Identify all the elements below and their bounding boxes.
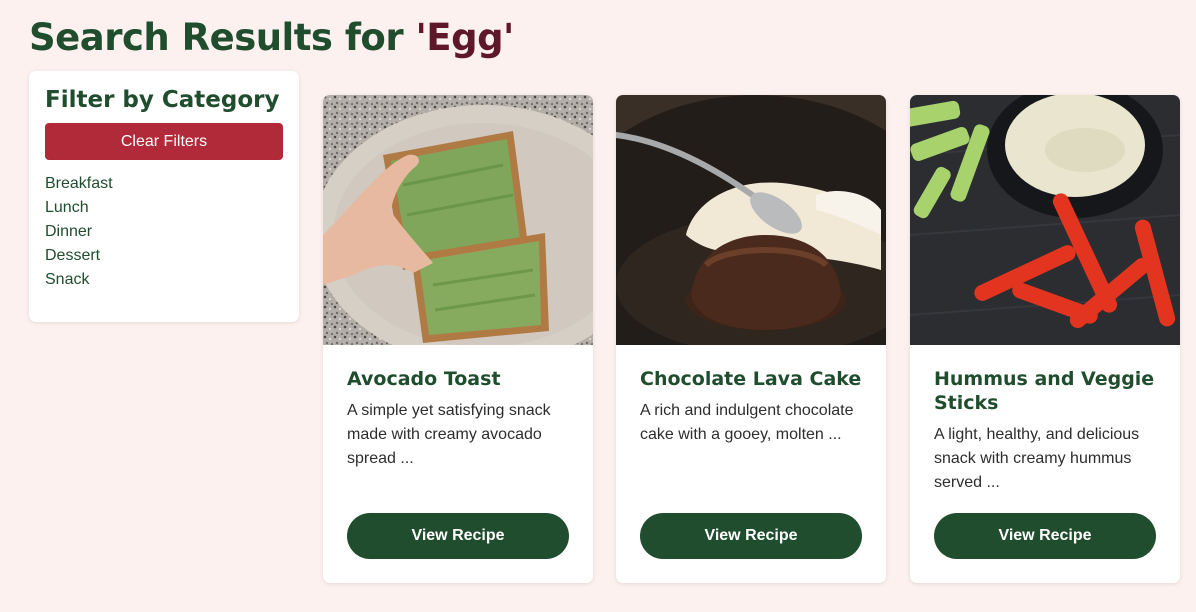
category-list: Breakfast Lunch Dinner Dessert Snack bbox=[45, 172, 283, 292]
category-filter-panel: Filter by Category Clear Filters Breakfa… bbox=[29, 71, 299, 322]
view-recipe-button[interactable]: View Recipe bbox=[640, 513, 862, 559]
category-link-dinner[interactable]: Dinner bbox=[45, 220, 283, 244]
recipe-card-body: Chocolate Lava Cake A rich and indulgent… bbox=[640, 367, 866, 447]
recipe-title[interactable]: Avocado Toast bbox=[347, 367, 573, 391]
category-link-lunch[interactable]: Lunch bbox=[45, 196, 283, 220]
view-recipe-button[interactable]: View Recipe bbox=[347, 513, 569, 559]
search-query: 'Egg' bbox=[415, 16, 514, 59]
filter-heading: Filter by Category bbox=[45, 87, 280, 113]
recipe-image[interactable] bbox=[323, 95, 593, 345]
category-link-breakfast[interactable]: Breakfast bbox=[45, 172, 283, 196]
recipe-card-body: Hummus and Veggie Sticks A light, health… bbox=[934, 367, 1160, 495]
recipe-card: Avocado Toast A simple yet satisfying sn… bbox=[323, 95, 593, 583]
recipe-card: Hummus and Veggie Sticks A light, health… bbox=[910, 95, 1180, 583]
recipe-image[interactable] bbox=[910, 95, 1180, 345]
view-recipe-button[interactable]: View Recipe bbox=[934, 513, 1156, 559]
clear-filters-button[interactable]: Clear Filters bbox=[45, 123, 283, 160]
page-title: Search Results for 'Egg' bbox=[29, 16, 514, 59]
page-title-prefix: Search Results for bbox=[29, 16, 416, 59]
recipe-description: A rich and indulgent chocolate cake with… bbox=[640, 402, 854, 443]
recipe-image[interactable] bbox=[616, 95, 886, 345]
recipe-description: A simple yet satisfying snack made with … bbox=[347, 402, 551, 467]
category-link-snack[interactable]: Snack bbox=[45, 268, 283, 292]
category-link-dessert[interactable]: Dessert bbox=[45, 244, 283, 268]
recipe-card-body: Avocado Toast A simple yet satisfying sn… bbox=[347, 367, 573, 471]
recipe-description: A light, healthy, and delicious snack wi… bbox=[934, 426, 1140, 491]
recipe-card: Chocolate Lava Cake A rich and indulgent… bbox=[616, 95, 886, 583]
recipe-title[interactable]: Hummus and Veggie Sticks bbox=[934, 367, 1160, 415]
recipe-title[interactable]: Chocolate Lava Cake bbox=[640, 367, 866, 391]
